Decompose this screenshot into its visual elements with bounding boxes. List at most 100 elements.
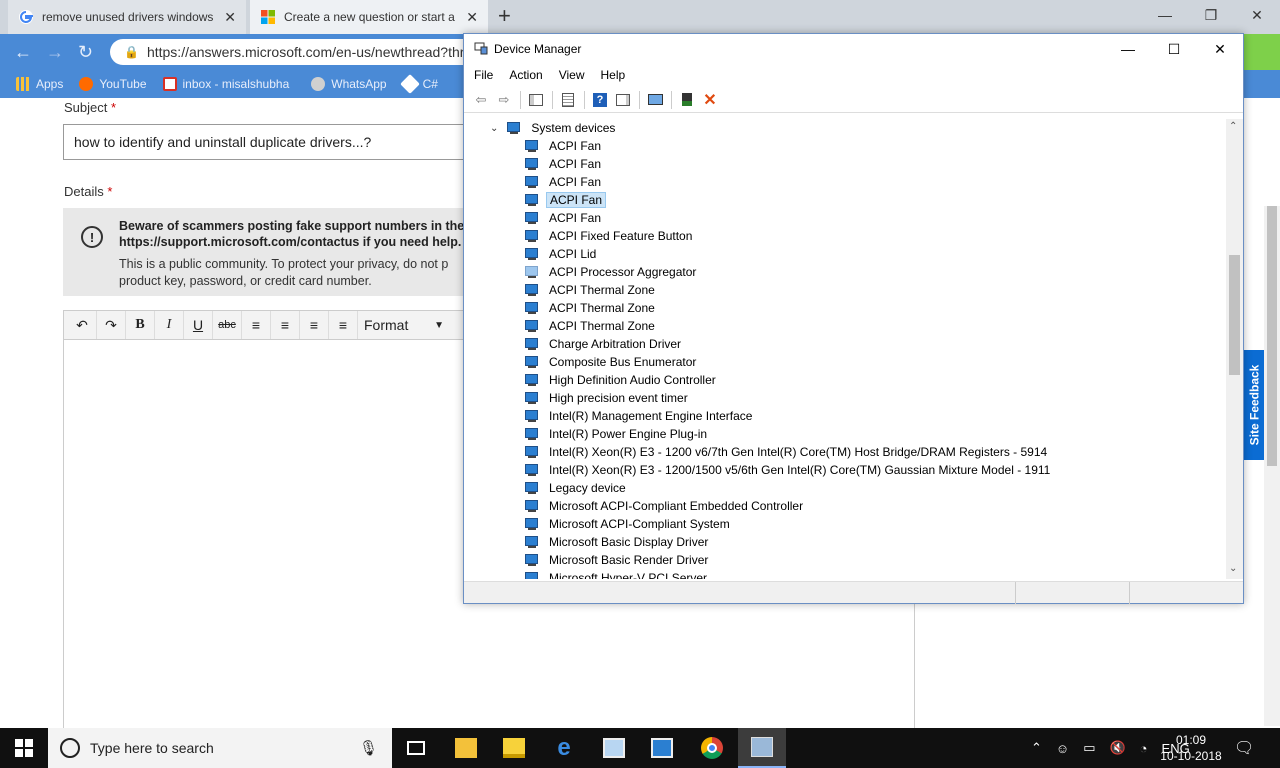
device-item[interactable]: Composite Bus Enumerator — [524, 353, 699, 371]
tab-remove-unused-drivers[interactable]: remove unused drivers windows ✕ — [8, 0, 246, 34]
device-item[interactable]: ACPI Processor Aggregator — [524, 263, 699, 281]
device-item[interactable]: Microsoft Hyper-V PCI Server — [524, 569, 710, 579]
format-dropdown[interactable]: Format ▼ — [358, 317, 458, 333]
bookmark-inbox[interactable]: inbox - misalshubha — [162, 77, 289, 91]
tree-scrollbar[interactable]: ⌃ ⌄ — [1226, 119, 1243, 579]
device-item[interactable]: Intel(R) Xeon(R) E3 - 1200/1500 v5/6th G… — [524, 461, 1053, 479]
start-button[interactable] — [0, 728, 48, 768]
restore-icon[interactable]: ❐ — [1188, 0, 1234, 30]
bookmark-youtube[interactable]: YouTube — [79, 77, 147, 91]
device-item[interactable]: ACPI Fixed Feature Button — [524, 227, 695, 245]
device-item[interactable]: ACPI Thermal Zone — [524, 299, 658, 317]
bold-icon[interactable]: B — [126, 311, 155, 339]
chevron-up-icon[interactable]: ⌃ — [1031, 740, 1042, 756]
italic-icon[interactable]: I — [155, 311, 184, 339]
align-right-icon[interactable]: ≡ — [300, 311, 329, 339]
device-item[interactable]: High Definition Audio Controller — [524, 371, 719, 389]
forward-arrow-icon[interactable]: ⇨ — [493, 90, 515, 110]
device-manager-taskbar-icon[interactable] — [738, 728, 786, 768]
device-item[interactable]: ACPI Lid — [524, 245, 599, 263]
window-titlebar[interactable]: Device Manager — ☐ ✕ — [464, 34, 1243, 64]
chevron-down-icon[interactable]: ⌄ — [490, 123, 498, 134]
back-arrow-icon[interactable]: ⇦ — [470, 90, 492, 110]
system-info-icon[interactable] — [638, 728, 686, 768]
device-item[interactable]: Microsoft ACPI-Compliant Embedded Contro… — [524, 497, 806, 515]
redo-icon[interactable]: ↷ — [97, 311, 126, 339]
device-item[interactable]: ACPI Fan — [524, 173, 604, 191]
uninstall-device-icon[interactable]: ✕ — [699, 90, 721, 110]
device-item[interactable]: Intel(R) Management Engine Interface — [524, 407, 755, 425]
taskbar-search[interactable]: Type here to search 🎙 — [48, 728, 392, 768]
scan-hardware-icon[interactable] — [644, 90, 666, 110]
subject-input[interactable]: how to identify and uninstall duplicate … — [63, 124, 483, 160]
minimize-icon[interactable]: — — [1105, 34, 1151, 64]
device-item[interactable]: ACPI Fan — [524, 209, 604, 227]
device-item[interactable]: Microsoft Basic Display Driver — [524, 533, 711, 551]
scrollbar-thumb[interactable] — [1229, 255, 1240, 375]
menu-help[interactable]: Help — [601, 68, 626, 82]
chrome-icon[interactable] — [688, 728, 736, 768]
scroll-down-icon[interactable]: ⌄ — [1229, 563, 1237, 574]
tree-category-system-devices[interactable]: ⌄ System devices — [490, 119, 618, 137]
close-icon[interactable]: ✕ — [1197, 34, 1243, 64]
device-item[interactable]: Intel(R) Xeon(R) E3 - 1200 v6/7th Gen In… — [524, 443, 1050, 461]
strikethrough-icon[interactable]: abc — [213, 311, 242, 339]
scrollbar-thumb[interactable] — [1267, 206, 1277, 466]
bookmark-apps[interactable]: Apps — [16, 77, 63, 91]
scroll-up-icon[interactable]: ⌃ — [1229, 121, 1237, 132]
device-label: Intel(R) Power Engine Plug-in — [549, 427, 708, 441]
device-item[interactable]: Intel(R) Power Engine Plug-in — [524, 425, 710, 443]
people-icon[interactable]: ☺ — [1056, 741, 1069, 756]
device-item[interactable]: ACPI Fan — [524, 137, 604, 155]
volume-muted-icon[interactable]: 🔇 — [1109, 740, 1125, 756]
device-item[interactable]: ACPI Thermal Zone — [524, 281, 658, 299]
device-item[interactable]: Microsoft ACPI-Compliant System — [524, 515, 733, 533]
update-driver-icon[interactable] — [676, 90, 698, 110]
close-window-icon[interactable]: ✕ — [1234, 0, 1280, 30]
undo-icon[interactable]: ↶ — [68, 311, 97, 339]
tab-create-question[interactable]: Create a new question or start a ✕ — [250, 0, 488, 34]
device-item[interactable]: Charge Arbitration Driver — [524, 335, 684, 353]
sticky-notes-icon[interactable] — [490, 728, 538, 768]
device-item[interactable]: Legacy device — [524, 479, 629, 497]
clock[interactable]: 01:09 10-10-2018 — [1156, 732, 1226, 764]
minimize-icon[interactable]: — — [1142, 0, 1188, 30]
device-item[interactable]: ACPI Fan — [524, 191, 607, 209]
system-device-icon — [524, 247, 540, 261]
action-pane-icon[interactable] — [612, 90, 634, 110]
close-tab-icon[interactable]: ✕ — [224, 9, 236, 26]
bookmark-csharp[interactable]: C# — [399, 74, 438, 94]
reload-icon[interactable]: ↻ — [78, 42, 93, 63]
underline-icon[interactable]: U — [184, 311, 213, 339]
device-item[interactable]: High precision event timer — [524, 389, 691, 407]
device-item[interactable]: ACPI Fan — [524, 155, 604, 173]
control-panel-icon[interactable] — [590, 728, 638, 768]
edge-icon[interactable]: e — [540, 728, 588, 768]
menu-action[interactable]: Action — [509, 68, 542, 82]
show-hide-console-tree-icon[interactable] — [525, 90, 547, 110]
site-feedback-button[interactable]: Site Feedback — [1244, 350, 1264, 460]
justify-icon[interactable]: ≡ — [329, 311, 358, 339]
wifi-icon[interactable]: ◔ — [1140, 741, 1148, 756]
menu-file[interactable]: File — [474, 68, 493, 82]
help-icon[interactable]: ? — [589, 90, 611, 110]
device-item[interactable]: ACPI Thermal Zone — [524, 317, 658, 335]
menu-view[interactable]: View — [559, 68, 585, 82]
forward-arrow-icon[interactable]: → — [46, 42, 64, 63]
device-label: ACPI Lid — [549, 247, 597, 261]
task-view-icon[interactable] — [392, 728, 440, 768]
new-tab-button[interactable]: + — [498, 5, 511, 27]
bookmark-whatsapp[interactable]: WhatsApp — [311, 77, 387, 91]
file-explorer-icon[interactable] — [442, 728, 490, 768]
action-center-icon[interactable]: 🗨 — [1234, 738, 1254, 758]
align-center-icon[interactable]: ≡ — [271, 311, 300, 339]
device-item[interactable]: Microsoft Basic Render Driver — [524, 551, 711, 569]
battery-icon[interactable]: ▭ — [1083, 740, 1095, 756]
microphone-icon[interactable]: 🎙 — [359, 739, 378, 757]
properties-icon[interactable] — [557, 90, 579, 110]
align-left-icon[interactable]: ≡ — [242, 311, 271, 339]
maximize-icon[interactable]: ☐ — [1151, 34, 1197, 64]
back-arrow-icon[interactable]: ← — [14, 42, 32, 63]
close-tab-icon[interactable]: ✕ — [466, 9, 478, 26]
page-scrollbar[interactable] — [1264, 206, 1280, 726]
